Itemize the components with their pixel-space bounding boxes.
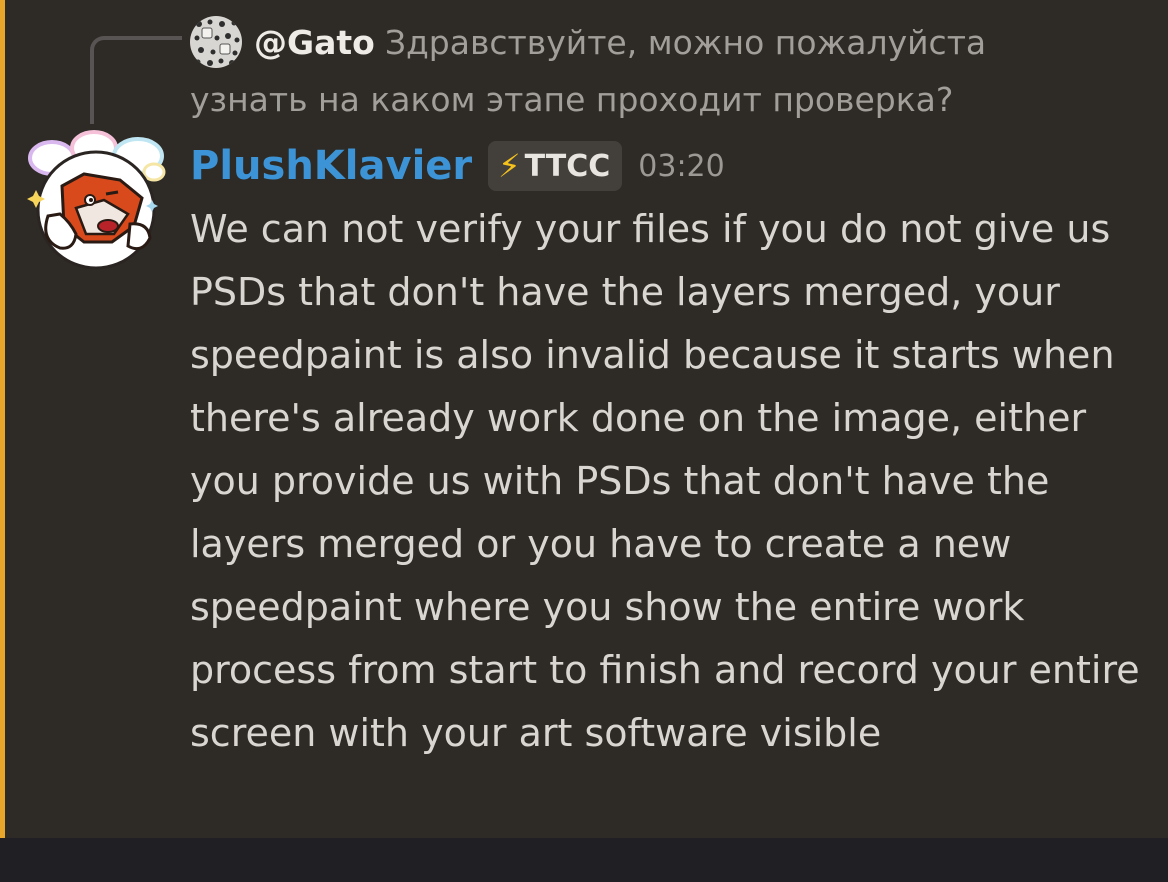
message-header: PlushKlavier ⚡ TTCC 03:20 [190, 136, 725, 196]
reply-connector-line [90, 36, 182, 124]
server-tag-label: TTCC [524, 148, 611, 184]
message-content: We can not verify your files if you do n… [190, 207, 1140, 755]
message-container: @Gato Здравствуйте, можно пожалуйста узна… [0, 0, 1168, 838]
fox-avatar-icon [27, 130, 166, 270]
username[interactable]: PlushKlavier [190, 143, 472, 189]
message-timestamp[interactable]: 03:20 [638, 149, 724, 184]
bottom-bar [0, 838, 1168, 882]
reply-preview[interactable]: @Gato Здравствуйте, можно пожалуйста узна… [190, 14, 1100, 128]
mention-highlight-bar [0, 0, 5, 838]
reply-author-mention[interactable]: @Gato [254, 23, 375, 62]
user-avatar[interactable] [24, 130, 168, 274]
lightning-icon: ⚡ [498, 147, 521, 185]
server-tag-badge[interactable]: ⚡ TTCC [488, 141, 623, 191]
